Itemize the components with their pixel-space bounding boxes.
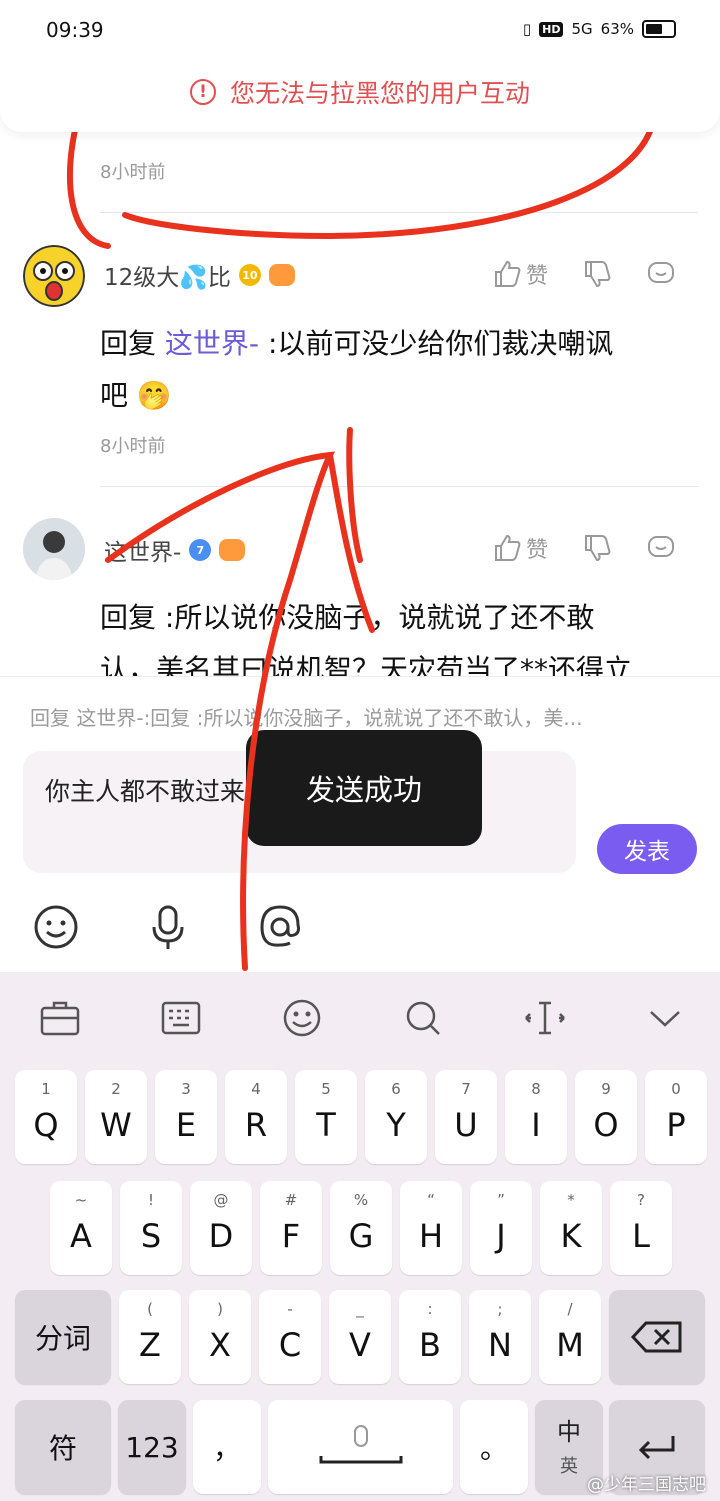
watermark: @少年三国志吧: [587, 1475, 706, 1495]
divider: [100, 212, 698, 213]
comment-time: 8小时前: [100, 162, 166, 183]
key-y[interactable]: 6Y: [365, 1070, 427, 1164]
comment-username[interactable]: 这世界- 7: [104, 533, 246, 567]
period-key[interactable]: 。: [460, 1400, 528, 1494]
comment-text-line2: 认，美名其曰说机智？天灾苟当了**还得立: [100, 653, 633, 676]
key-j[interactable]: ” J: [470, 1181, 532, 1275]
key-x[interactable]: ) X: [189, 1290, 251, 1384]
reply-bubble-icon[interactable]: [646, 533, 676, 563]
key-f[interactable]: # F: [260, 1181, 322, 1275]
space-mic-icon: [319, 1425, 402, 1464]
key-q[interactable]: 1Q: [15, 1070, 77, 1164]
key-n[interactable]: ; N: [469, 1290, 531, 1384]
username-text[interactable]: 这世界-: [104, 533, 181, 567]
reply-quote: 回复 这世界-:回复 :所以说你没脑子，说就说了还不敢认，美...: [30, 706, 583, 730]
banner-text: 您无法与拉黑您的用户互动: [229, 79, 530, 108]
key-m[interactable]: / M: [539, 1290, 601, 1384]
toast-message: 发送成功: [246, 730, 482, 846]
game-badge-icon: [219, 539, 246, 561]
space-key[interactable]: [268, 1400, 453, 1494]
enter-icon: [638, 1436, 675, 1460]
key-w[interactable]: 2W: [85, 1070, 147, 1164]
game-badge-icon: [268, 264, 295, 286]
comment-body[interactable]: 回复 这世界- :以前可没少给你们裁决嘲讽 吧 🤭: [100, 318, 690, 422]
chevron-down-icon[interactable]: [643, 998, 687, 1038]
level-badge: 7: [189, 539, 212, 561]
divider: [100, 486, 698, 487]
signal-icon: 5G: [571, 20, 593, 38]
battery-icon: [642, 20, 676, 38]
key-o[interactable]: 9O: [575, 1070, 637, 1164]
thumbs-down-icon[interactable]: [582, 259, 612, 289]
thumbs-down-icon[interactable]: [582, 533, 612, 563]
comment-text: :所以说你没脑子，说就说了还不敢: [164, 601, 595, 634]
key-g[interactable]: % G: [330, 1181, 392, 1275]
like-label: 赞: [526, 538, 549, 563]
key-v[interactable]: _ V: [329, 1290, 391, 1384]
keyboard-layout-icon[interactable]: [159, 998, 203, 1038]
key-u[interactable]: 7U: [435, 1070, 497, 1164]
numbers-key[interactable]: 123: [118, 1400, 186, 1494]
key-c[interactable]: -C: [259, 1290, 321, 1384]
backspace-key[interactable]: [609, 1290, 705, 1384]
comment-username[interactable]: 12级大💦比 10: [104, 258, 295, 292]
level-badge: 10: [238, 264, 261, 286]
microphone-icon[interactable]: [144, 903, 192, 951]
comment-body[interactable]: 回复 :所以说你没脑子，说就说了还不敢 认，美名其曰说机智？天灾苟当了**还得立: [100, 592, 700, 676]
key-h[interactable]: “H: [400, 1181, 462, 1275]
thumbs-up-icon: [495, 260, 521, 287]
key-p[interactable]: 0P: [645, 1070, 707, 1164]
comment-text-line2: 吧 🤭: [100, 379, 172, 412]
key-s[interactable]: ! S: [120, 1181, 182, 1275]
key-z[interactable]: (Z: [119, 1290, 181, 1384]
key-r[interactable]: 4R: [225, 1070, 287, 1164]
key-d[interactable]: @ D: [190, 1181, 252, 1275]
hd-icon: HD: [539, 21, 564, 37]
reply-prefix: 回复: [100, 601, 157, 634]
comma-key[interactable]: ，: [193, 1400, 261, 1494]
surprised-face-icon: [23, 245, 85, 307]
comment-actions: 赞: [492, 258, 676, 290]
warning-circle-icon: !: [189, 79, 216, 105]
reply-bubble-icon[interactable]: [646, 259, 676, 289]
publish-button[interactable]: 发表: [597, 824, 697, 874]
key-i[interactable]: 8I: [505, 1070, 567, 1164]
key-t[interactable]: 5T: [295, 1070, 357, 1164]
clock-overlay: 09:39: [46, 18, 104, 42]
emoji-icon[interactable]: [32, 903, 80, 951]
like-button[interactable]: 赞: [492, 258, 548, 290]
user-photo-icon: [23, 518, 85, 580]
search-icon[interactable]: [402, 998, 446, 1038]
key-a[interactable]: ~ A: [50, 1181, 112, 1275]
avatar[interactable]: [23, 518, 85, 580]
thumbs-up-icon: [495, 534, 521, 561]
cursor-move-icon[interactable]: [523, 998, 567, 1038]
comment-text: :以前可没少给你们裁决嘲讽: [267, 327, 614, 360]
reply-prefix: 回复: [100, 327, 157, 360]
avatar[interactable]: [23, 245, 85, 307]
username-text[interactable]: 12级大💦比: [104, 258, 231, 292]
like-label: 赞: [526, 264, 549, 289]
clipboard-briefcase-icon[interactable]: [38, 998, 82, 1038]
mention-link[interactable]: 这世界-: [165, 327, 259, 360]
key-l[interactable]: ? L: [610, 1181, 672, 1275]
mention-at-icon[interactable]: [256, 903, 304, 951]
comment-actions: 赞: [492, 532, 676, 564]
segment-key[interactable]: 分词: [15, 1290, 111, 1384]
backspace-icon: [630, 1321, 682, 1353]
key-e[interactable]: 3E: [155, 1070, 217, 1164]
battery-percent: 63%: [600, 20, 634, 38]
comment-time: 8小时前: [100, 436, 166, 457]
status-icons-overlay: ▯ HD 5G 63%: [523, 20, 676, 38]
symbol-key[interactable]: 符: [15, 1400, 111, 1494]
key-b[interactable]: :B: [399, 1290, 461, 1384]
vibrate-icon: ▯: [522, 20, 532, 38]
banner-content: ! 您无法与拉黑您的用户互动: [0, 74, 720, 110]
key-k[interactable]: * K: [540, 1181, 602, 1275]
emoji-keyboard-icon[interactable]: [280, 998, 324, 1038]
like-button[interactable]: 赞: [492, 532, 548, 564]
